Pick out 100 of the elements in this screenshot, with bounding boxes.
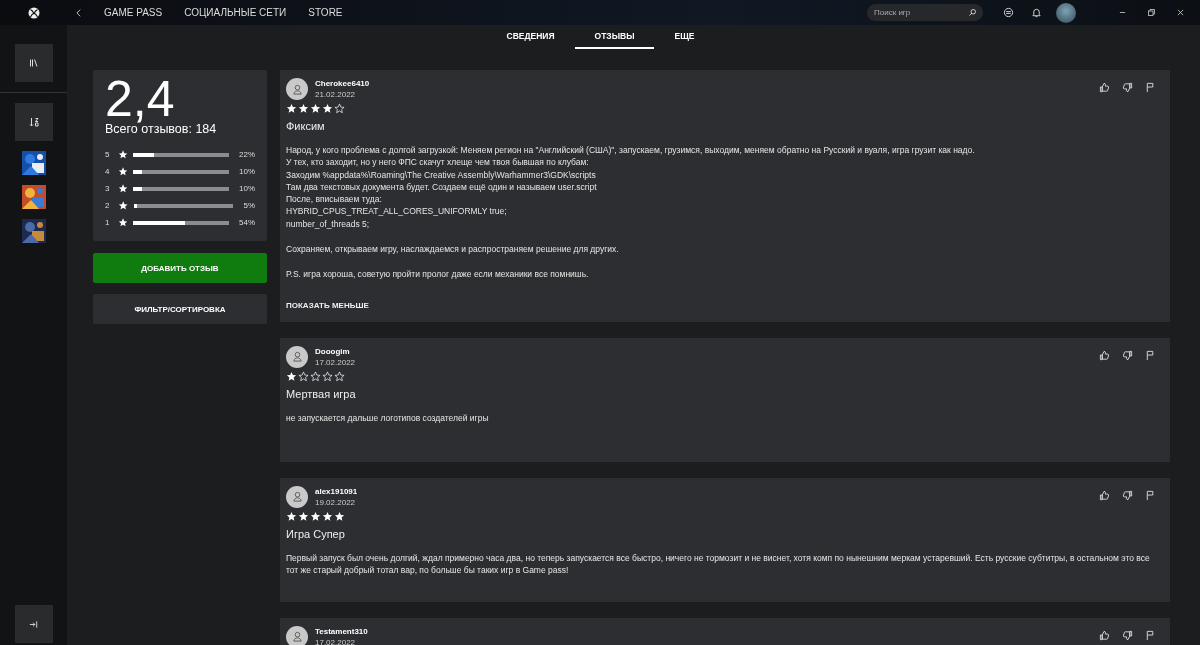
exit-arrow-icon bbox=[28, 618, 39, 630]
percent-label: 5% bbox=[243, 201, 255, 210]
thumbs-down-icon bbox=[1122, 489, 1133, 501]
review-author: alex191091 bbox=[315, 486, 358, 496]
filled-star-icon bbox=[310, 510, 321, 522]
star-level-label: 5 bbox=[105, 150, 111, 159]
filled-star-icon bbox=[117, 166, 128, 177]
empty-star-icon bbox=[322, 370, 333, 382]
review-date: 19.02.2022 bbox=[315, 497, 357, 507]
review-title: Игра Супер bbox=[286, 527, 346, 540]
like-button[interactable] bbox=[1099, 629, 1110, 641]
review-date: 17.02.2022 bbox=[315, 357, 356, 367]
filled-star-icon bbox=[117, 183, 128, 194]
nav-link[interactable]: STORE bbox=[308, 7, 343, 18]
game-tile[interactable] bbox=[21, 151, 46, 175]
thumbs-down-icon bbox=[1122, 629, 1133, 641]
thumbs-up-icon bbox=[1099, 82, 1110, 93]
report-button[interactable] bbox=[1145, 82, 1156, 93]
review-author: Cherokee6410 bbox=[315, 79, 370, 88]
filled-star-icon bbox=[310, 103, 321, 114]
star-level-label: 4 bbox=[105, 167, 111, 176]
average-rating: 2,4 bbox=[105, 76, 175, 122]
flag-icon bbox=[1145, 629, 1156, 641]
bell-icon bbox=[1031, 7, 1042, 18]
empty-star-icon bbox=[298, 370, 309, 382]
percent-label: 22% bbox=[239, 150, 255, 159]
person-icon bbox=[291, 631, 303, 643]
star-level-label: 2 bbox=[105, 201, 111, 210]
filled-star-icon bbox=[117, 217, 128, 228]
percent-label: 54% bbox=[239, 218, 255, 227]
filled-star-icon bbox=[286, 510, 297, 522]
person-icon bbox=[291, 83, 303, 95]
flag-icon bbox=[1145, 489, 1156, 501]
star-level-label: 3 bbox=[105, 184, 111, 193]
filled-star-icon bbox=[286, 370, 297, 382]
library-icon bbox=[27, 57, 40, 69]
filled-star-icon bbox=[118, 200, 129, 211]
review-date: 17.02.2022 bbox=[315, 637, 357, 645]
dislike-button[interactable] bbox=[1122, 349, 1133, 361]
thumbs-up-icon bbox=[1099, 629, 1110, 641]
tab[interactable]: ЕЩЕ bbox=[654, 25, 715, 49]
percent-label: 10% bbox=[239, 167, 255, 176]
restore-icon bbox=[1147, 8, 1156, 17]
close-icon bbox=[1176, 8, 1185, 17]
thumbs-up-icon bbox=[1099, 349, 1110, 361]
notifications-button[interactable] bbox=[1031, 7, 1042, 18]
review-author: Testament310 bbox=[315, 626, 368, 636]
thumbs-down-icon bbox=[1122, 349, 1133, 361]
close-button[interactable] bbox=[1176, 8, 1185, 17]
review-text: P.S. игра хороша, советую пройти пролог даже если механики все помнишь. bbox=[286, 268, 590, 281]
review-text: Народ, у кого проблема с долгой загрузкой: Меняем регион на "Английский (США)", запускаем, грузимся, выходим, меняем обратно на Русский и вуаля, игра грузит как надо. У тех, кто заходит, но у него ФПС скачут хлеще чем твоя бывшая по клубам: Заходим %appdata%\Roaming\The Creative Assembly\Warhammer3\GDK\scripts Там два текстовых документа будет. Создаем ещё один и называем user.script После, вписываем туда: HYBRID_CPUS_TREAT_ALL_CORES_UNIFORMLY true; number_of_threads 5; bbox=[286, 144, 976, 231]
sort-button[interactable] bbox=[14, 103, 53, 141]
flag-icon bbox=[1145, 349, 1156, 361]
review-date: 21.02.2022 bbox=[315, 90, 357, 99]
search-icon bbox=[968, 8, 977, 17]
thumbs-down-icon bbox=[1122, 82, 1133, 93]
search-field[interactable]: Поиск игр bbox=[867, 4, 983, 21]
review-title: Фиксим bbox=[286, 120, 326, 132]
filled-star-icon bbox=[298, 510, 309, 522]
person-icon bbox=[291, 351, 303, 363]
sort-icon bbox=[27, 116, 40, 128]
empty-star-icon bbox=[310, 370, 321, 382]
review-title: Мертвая игра bbox=[286, 387, 357, 400]
person-icon bbox=[291, 491, 303, 503]
dislike-button[interactable] bbox=[1122, 489, 1133, 501]
nav-link[interactable]: GAME PASS bbox=[104, 7, 163, 18]
report-button[interactable] bbox=[1145, 489, 1156, 501]
filter-button[interactable]: ФИЛЬТР/СОРТИРОВКА bbox=[93, 294, 267, 324]
filled-star-icon bbox=[286, 103, 297, 114]
report-button[interactable] bbox=[1145, 349, 1156, 361]
show-less-link[interactable]: ПОКАЗАТЬ МЕНЬШЕ bbox=[286, 300, 369, 310]
review-text: Первый запуск был очень долгий, ждал примерно часа два, но теперь запускается все быстро, ничего не тормозит и не виснет, хотя комп по нынешним меркам устаревший. Есть русские субтитры, в остальном это все тот же старый добрый тотал вар, по больше бы таких игр в Game pass! bbox=[286, 551, 1151, 577]
review-author: Dooogim bbox=[315, 346, 351, 356]
filled-star-icon bbox=[298, 103, 309, 114]
restore-button[interactable] bbox=[1147, 8, 1156, 17]
like-button[interactable] bbox=[1099, 82, 1110, 93]
add-review-button[interactable]: ДОБАВИТЬ ОТЗЫВ bbox=[93, 253, 267, 283]
review-text: Сохраняем, открываем игру, наслаждаемся и распространяем решение для других. bbox=[286, 243, 620, 256]
empty-star-icon bbox=[334, 370, 345, 382]
filled-star-icon bbox=[322, 510, 333, 522]
review-count: Всего отзывов: 184 bbox=[105, 122, 218, 136]
percent-label: 10% bbox=[239, 184, 255, 193]
profile-avatar[interactable] bbox=[1056, 2, 1076, 23]
report-button[interactable] bbox=[1145, 629, 1156, 641]
nav-link[interactable]: СОЦИАЛЬНЫЕ СЕТИ bbox=[184, 7, 287, 18]
flag-icon bbox=[1145, 82, 1156, 93]
like-button[interactable] bbox=[1099, 349, 1110, 361]
review-text: не запускается дальше логотипов создателей игры bbox=[286, 411, 490, 424]
like-button[interactable] bbox=[1099, 489, 1110, 501]
tab[interactable]: СВЕДЕНИЯ bbox=[486, 25, 575, 49]
filled-star-icon bbox=[334, 510, 345, 522]
star-level-label: 1 bbox=[105, 218, 111, 227]
filled-star-icon bbox=[322, 103, 333, 114]
game-tile[interactable] bbox=[21, 185, 46, 209]
game-tile[interactable] bbox=[21, 219, 46, 243]
dislike-button[interactable] bbox=[1122, 82, 1133, 93]
filled-star-icon bbox=[117, 149, 128, 160]
dislike-button[interactable] bbox=[1122, 629, 1133, 641]
thumbs-up-icon bbox=[1099, 489, 1110, 501]
tab[interactable]: ОТЗЫВЫ bbox=[574, 25, 655, 49]
